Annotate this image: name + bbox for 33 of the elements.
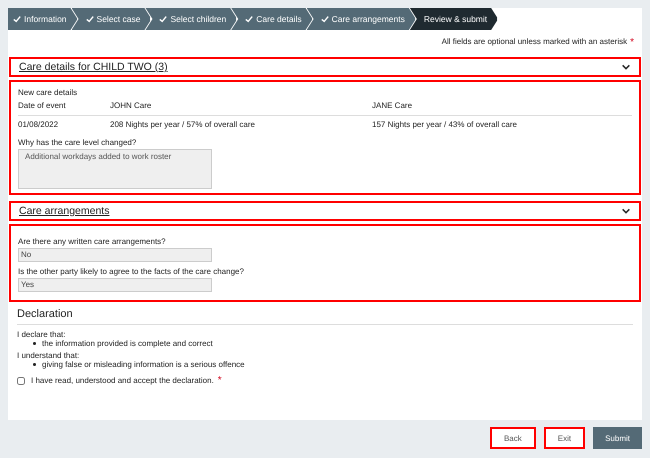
field-label: Are there any written care arrangements?	[18, 237, 167, 246]
answer-field[interactable]: No	[18, 248, 212, 262]
checkbox-label: I have read, understood and accept the declaration.	[31, 376, 214, 385]
required-asterisk: *	[218, 375, 222, 386]
statement-text: I declare that:	[17, 330, 66, 339]
field-label: Why has the care level changed?	[18, 138, 138, 147]
accordion-header[interactable]: Care details for CHILD TWO (3)	[9, 57, 641, 77]
reason-field[interactable]: Additional workdays added to work roster	[18, 149, 212, 189]
accordion-header[interactable]: Care arrangements	[9, 201, 641, 221]
step-tab[interactable]: Select children	[145, 8, 238, 30]
required-fields-note: All fields are optional unless marked with an asterisk	[442, 37, 628, 48]
action-button[interactable]: Submit	[593, 427, 642, 449]
step-tab[interactable]: Care details	[231, 8, 313, 30]
section-title: Declaration	[17, 308, 633, 325]
required-asterisk: *	[630, 37, 634, 50]
step-tab[interactable]: Information	[8, 8, 78, 30]
action-button[interactable]: Back	[490, 427, 536, 449]
step-tab[interactable]: Select case	[72, 8, 152, 30]
statement-text: I understand that:	[17, 351, 80, 360]
column-header: JOHN Care	[110, 101, 152, 110]
table-cell-text: 208 Nights per year / 57% of overall care	[110, 120, 256, 129]
column-header: Date of event	[18, 101, 67, 110]
statement-point: the information provided is complete and correct	[42, 339, 213, 348]
statement-point: giving false or misleading information is a serious offence	[42, 360, 245, 369]
step-tab[interactable]: Review & submit	[410, 8, 498, 30]
subtitle: New care details	[18, 88, 78, 97]
action-button[interactable]: Exit	[544, 427, 586, 449]
field-label: Is the other party likely to agree to the facts of the care change?	[18, 267, 245, 276]
column-header: JANE Care	[372, 101, 414, 110]
answer-field[interactable]: Yes	[18, 278, 212, 292]
step-tab[interactable]: Care arrangements	[306, 8, 416, 30]
table-cell-text: 01/08/2022	[18, 120, 60, 129]
table-cell-text: 157 Nights per year / 43% of overall care	[372, 120, 518, 129]
